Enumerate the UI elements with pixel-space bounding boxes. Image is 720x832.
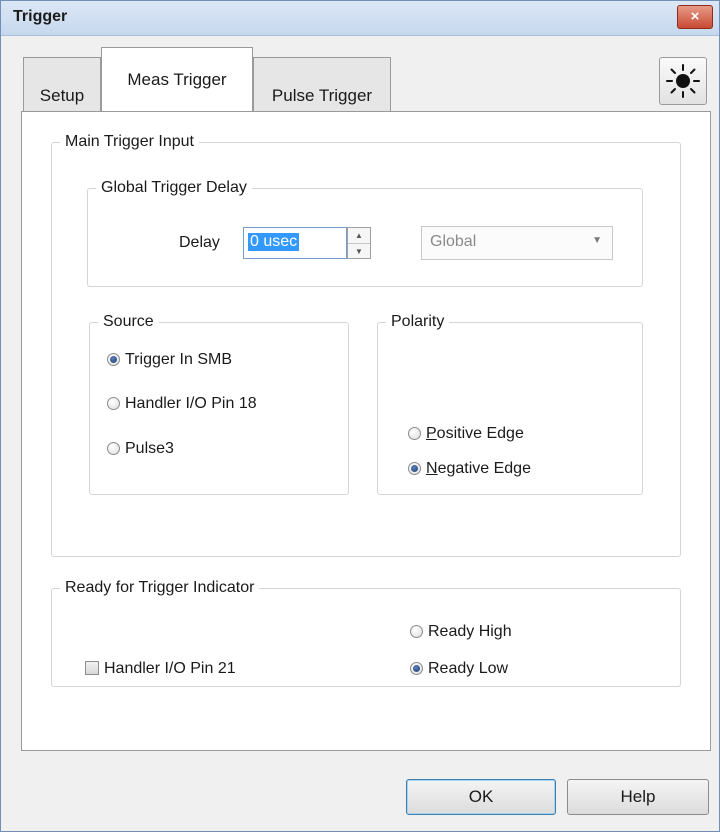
source-legend: Source (103, 313, 154, 330)
ready-low-label: Ready Low (428, 660, 509, 677)
main-trigger-input-legend: Main Trigger Input (65, 133, 194, 150)
tab-pulse-trigger[interactable]: Pulse Trigger (253, 57, 391, 113)
radio-unchecked-icon (408, 427, 421, 440)
close-icon: × (690, 8, 700, 25)
positive-edge-accelerator: P (426, 425, 437, 442)
ready-high-radio[interactable]: Ready High (410, 623, 512, 641)
delay-input[interactable]: 0 usec (243, 227, 347, 259)
radio-checked-icon (107, 353, 120, 366)
ready-indicator-legend: Ready for Trigger Indicator (65, 579, 255, 596)
close-button[interactable]: × (677, 5, 713, 29)
delay-spinner[interactable]: ▲ ▼ (347, 227, 371, 259)
source-option-label: Pulse3 (125, 440, 174, 457)
radio-unchecked-icon (107, 442, 120, 455)
source-pulse3-radio[interactable]: Pulse3 (107, 440, 174, 458)
title-bar[interactable]: Trigger × (1, 1, 719, 36)
handler-pin-21-label: Handler I/O Pin 21 (104, 660, 236, 677)
sun-button[interactable] (659, 57, 707, 105)
chevron-down-icon: ▼ (592, 235, 602, 246)
window-title: Trigger (13, 8, 68, 25)
tab-meas-trigger[interactable]: Meas Trigger (101, 47, 253, 111)
delay-scope-value: Global (430, 233, 477, 250)
radio-checked-icon (410, 662, 423, 675)
spin-down-icon[interactable]: ▼ (348, 244, 370, 259)
ready-low-radio[interactable]: Ready Low (410, 660, 508, 678)
tab-setup-label: Setup (39, 86, 85, 105)
help-button[interactable]: Help (567, 779, 709, 815)
delay-scope-select[interactable]: Global ▼ (421, 226, 613, 260)
ok-button[interactable]: OK (406, 779, 556, 815)
source-option-label: Trigger In SMB (125, 351, 232, 368)
delay-label: Delay (179, 234, 220, 251)
radio-unchecked-icon (107, 397, 120, 410)
polarity-positive-edge-radio[interactable]: Positive Edge (408, 425, 524, 443)
positive-edge-label: ositive Edge (436, 425, 524, 442)
negative-edge-label: egative Edge (437, 460, 531, 477)
trigger-dialog: Trigger × Setup Meas Trigger Pulse Trigg… (0, 0, 720, 832)
sun-icon (666, 64, 700, 98)
ready-high-label: Ready High (428, 623, 512, 640)
tab-pulse-trigger-label: Pulse Trigger (271, 86, 373, 105)
global-trigger-delay-legend: Global Trigger Delay (101, 179, 247, 196)
handler-pin-21-checkbox[interactable]: Handler I/O Pin 21 (85, 660, 236, 678)
polarity-negative-edge-radio[interactable]: Negative Edge (408, 460, 531, 478)
negative-edge-accelerator: N (426, 460, 438, 477)
tab-setup[interactable]: Setup (23, 57, 101, 113)
checkbox-icon (85, 661, 99, 675)
spin-up-icon[interactable]: ▲ (348, 228, 370, 244)
source-trigger-in-smb-radio[interactable]: Trigger In SMB (107, 351, 232, 369)
polarity-legend: Polarity (391, 313, 445, 330)
tab-meas-trigger-label: Meas Trigger (127, 70, 227, 89)
source-option-label: Handler I/O Pin 18 (125, 395, 257, 412)
source-handler-pin-18-radio[interactable]: Handler I/O Pin 18 (107, 395, 257, 413)
radio-unchecked-icon (410, 625, 423, 638)
radio-checked-icon (408, 462, 421, 475)
delay-value: 0 usec (248, 233, 300, 251)
